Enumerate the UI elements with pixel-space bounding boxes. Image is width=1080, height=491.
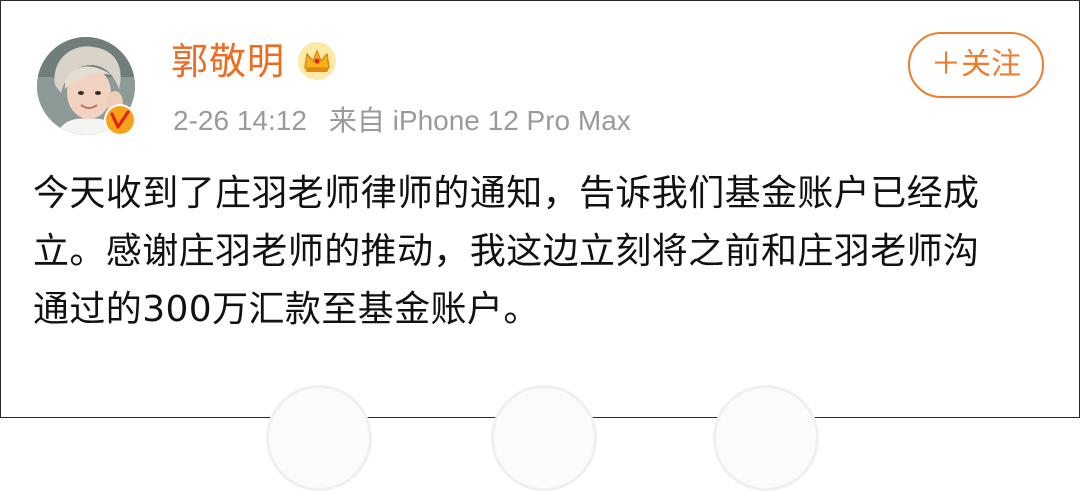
post-source: 来自 iPhone 12 Pro Max bbox=[328, 105, 631, 136]
post-meta: 2-26 14:12 来自 iPhone 12 Pro Max bbox=[173, 101, 631, 141]
faded-action-icon bbox=[266, 385, 372, 491]
verified-badge-icon bbox=[104, 104, 136, 136]
crown-icon bbox=[298, 42, 336, 80]
weibo-post-card: 郭敬明 2-26 14:12 来自 iPhone 12 Pro Max ＋关注 今… bbox=[0, 0, 1080, 491]
avatar-container[interactable] bbox=[37, 37, 136, 136]
follow-button[interactable]: ＋关注 bbox=[908, 32, 1044, 98]
post-content: 今天收到了庄羽老师律师的通知，告诉我们基金账户已经成 立。感谢庄羽老师的推动，我… bbox=[33, 165, 1053, 339]
faded-action-icon bbox=[713, 385, 819, 491]
username[interactable]: 郭敬明 bbox=[171, 39, 285, 85]
post-timestamp: 2-26 14:12 bbox=[173, 105, 307, 136]
post-line: 今天收到了庄羽老师律师的通知，告诉我们基金账户已经成 bbox=[33, 173, 980, 214]
post-line: 立。感谢庄羽老师的推动，我这边立刻将之前和庄羽老师沟 bbox=[33, 231, 980, 272]
post-line: 通过的300万汇款至基金账户。 bbox=[33, 289, 540, 330]
faded-action-icon bbox=[491, 385, 597, 491]
